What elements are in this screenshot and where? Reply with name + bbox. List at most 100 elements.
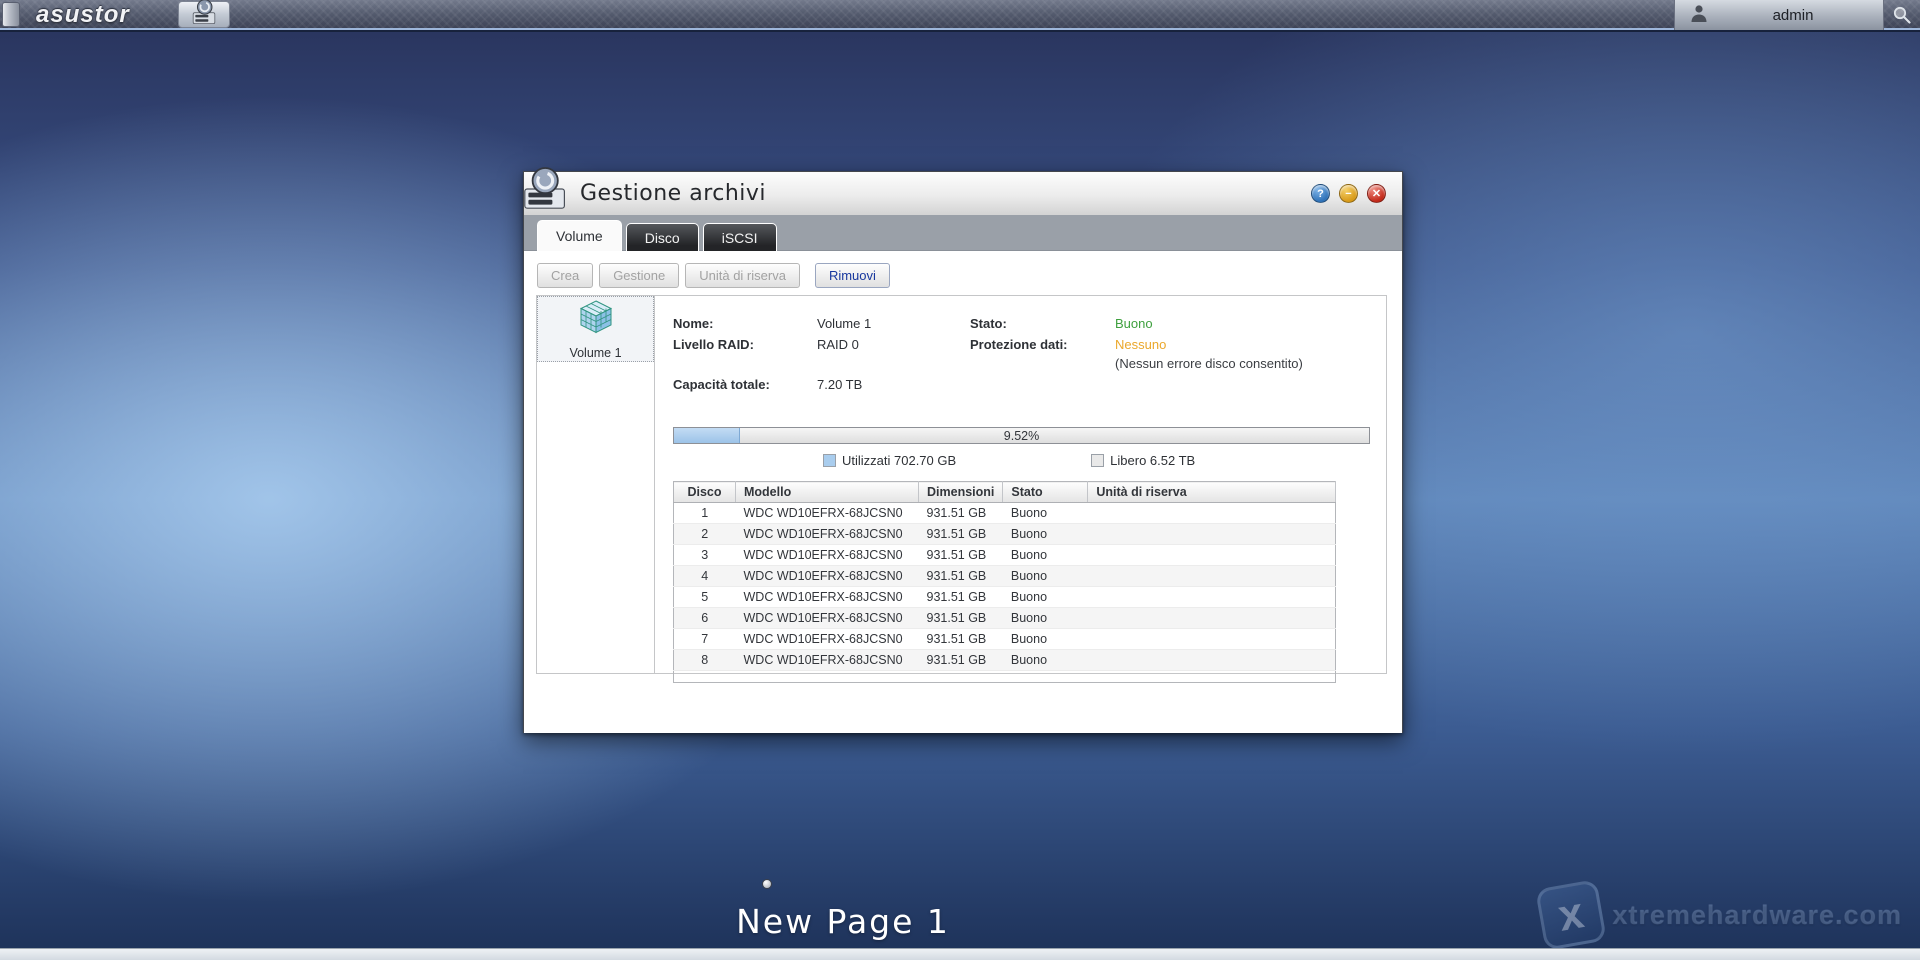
crea-button[interactable]: Crea [537,263,593,288]
storage-manager-window: Gestione archivi ? − ✕ Volume Disco iSCS… [523,171,1403,733]
cell-dimensioni: 931.51 GB [919,629,1003,650]
volume-list: Volume 1 [537,296,655,673]
cell-stato: Buono [1003,566,1088,587]
cell-disco: 2 [674,524,736,545]
page-dot [762,879,772,889]
cell-disco: 5 [674,587,736,608]
cell-modello: WDC WD10EFRX-68JCSN0 [736,650,919,671]
window-content: Crea Gestione Unità di riserva Rimuovi [524,251,1402,733]
close-button[interactable]: ✕ [1367,184,1386,203]
watermark-text: xtremehardware.com [1612,900,1902,931]
cell-stato: Buono [1003,650,1088,671]
storage-manager-icon [189,0,219,30]
volume-info: Nome: Volume 1 Stato: Buono Livello RAID… [673,314,1370,394]
protezione-note: (Nessun errore disco consentito) [1115,356,1303,371]
cell-unita [1088,503,1336,524]
table-row[interactable]: 1 WDC WD10EFRX-68JCSN0 931.51 GB Buono [674,503,1336,524]
cell-disco: 1 [674,503,736,524]
asustor-logo: asustor [36,1,130,29]
titlebar[interactable]: Gestione archivi ? − ✕ [524,172,1402,216]
cell-unita [1088,650,1336,671]
taskbar-handle[interactable] [2,2,20,27]
cell-disco: 7 [674,629,736,650]
tab-strip: Volume Disco iSCSI [524,216,1402,251]
cell-dimensioni: 931.51 GB [919,587,1003,608]
minimize-button[interactable]: − [1339,184,1358,203]
table-row[interactable]: 2 WDC WD10EFRX-68JCSN0 931.51 GB Buono [674,524,1336,545]
cell-stato: Buono [1003,503,1088,524]
table-row[interactable]: 3 WDC WD10EFRX-68JCSN0 931.51 GB Buono [674,545,1336,566]
col-unita-di-riserva[interactable]: Unità di riserva [1088,482,1336,503]
xtremehardware-logo-icon: x [1535,879,1607,951]
capacita-label: Capacità totale: [673,375,817,394]
cell-stato: Buono [1003,587,1088,608]
tab-iscsi[interactable]: iSCSI [703,223,777,251]
cell-stato: Buono [1003,545,1088,566]
toolbar: Crea Gestione Unità di riserva Rimuovi [524,251,1402,288]
raid-label: Livello RAID: [673,335,817,373]
cell-disco: 4 [674,566,736,587]
page-title: New Page 1 [736,902,950,941]
volume-cube-icon [576,298,616,343]
volume-list-item[interactable]: Volume 1 [537,296,654,362]
cell-modello: WDC WD10EFRX-68JCSN0 [736,545,919,566]
cell-modello: WDC WD10EFRX-68JCSN0 [736,629,919,650]
unita-di-riserva-button[interactable]: Unità di riserva [685,263,800,288]
storage-manager-taskbar-button[interactable] [178,1,230,28]
cell-stato: Buono [1003,608,1088,629]
free-swatch-icon [1091,454,1104,467]
cell-modello: WDC WD10EFRX-68JCSN0 [736,566,919,587]
disk-table-header: Disco Modello Dimensioni Stato Unità di … [674,482,1336,503]
table-row[interactable]: 6 WDC WD10EFRX-68JCSN0 931.51 GB Buono [674,608,1336,629]
usage-percent-label: 9.52% [674,428,1369,443]
cell-stato: Buono [1003,524,1088,545]
cell-unita [1088,566,1336,587]
stato-value: Buono [1115,314,1370,333]
disk-table: Disco Modello Dimensioni Stato Unità di … [673,481,1336,683]
rimuovi-button[interactable]: Rimuovi [815,263,890,288]
used-swatch-icon [823,454,836,467]
tab-volume[interactable]: Volume [537,220,622,251]
volume-item-label: Volume 1 [569,346,621,360]
col-dimensioni[interactable]: Dimensioni [919,482,1003,503]
user-menu-button[interactable]: admin [1674,0,1884,30]
cell-unita [1088,524,1336,545]
col-disco[interactable]: Disco [674,482,736,503]
protezione-value-block: Nessuno (Nessun errore disco consentito) [1115,335,1370,373]
help-button[interactable]: ? [1311,184,1330,203]
col-modello[interactable]: Modello [736,482,919,503]
cell-dimensioni: 931.51 GB [919,566,1003,587]
protezione-value: Nessuno [1115,337,1166,352]
cell-disco: 8 [674,650,736,671]
watermark: x xtremehardware.com [1540,884,1902,946]
capacita-value: 7.20 TB [817,375,970,394]
cell-dimensioni: 931.51 GB [919,545,1003,566]
usage-legend: Utilizzati 702.70 GB Libero 6.52 TB [673,453,1370,468]
cell-modello: WDC WD10EFRX-68JCSN0 [736,587,919,608]
taskbar: asustor admin [0,0,1920,30]
table-row[interactable]: 8 WDC WD10EFRX-68JCSN0 931.51 GB Buono [674,650,1336,671]
col-stato[interactable]: Stato [1003,482,1088,503]
usage-bar: 9.52% [673,427,1370,444]
user-name-label: admin [1717,7,1869,24]
table-row[interactable]: 7 WDC WD10EFRX-68JCSN0 931.51 GB Buono [674,629,1336,650]
cell-unita [1088,629,1336,650]
cell-modello: WDC WD10EFRX-68JCSN0 [736,608,919,629]
cell-disco: 3 [674,545,736,566]
nome-label: Nome: [673,314,817,333]
cell-stato: Buono [1003,629,1088,650]
used-label: Utilizzati 702.70 GB [842,453,956,468]
search-icon[interactable] [1884,0,1920,30]
window-title: Gestione archivi [580,181,766,206]
stato-label: Stato: [970,314,1115,333]
tab-disco[interactable]: Disco [626,223,699,251]
cell-unita [1088,587,1336,608]
cell-disco: 6 [674,608,736,629]
table-row[interactable]: 5 WDC WD10EFRX-68JCSN0 931.51 GB Buono [674,587,1336,608]
free-label: Libero 6.52 TB [1110,453,1195,468]
table-filler-row [674,671,1336,683]
table-row[interactable]: 4 WDC WD10EFRX-68JCSN0 931.51 GB Buono [674,566,1336,587]
cell-dimensioni: 931.51 GB [919,650,1003,671]
gestione-button[interactable]: Gestione [599,263,679,288]
panels: Volume 1 Nome: Volume 1 Stato: Buono Liv… [536,295,1387,674]
